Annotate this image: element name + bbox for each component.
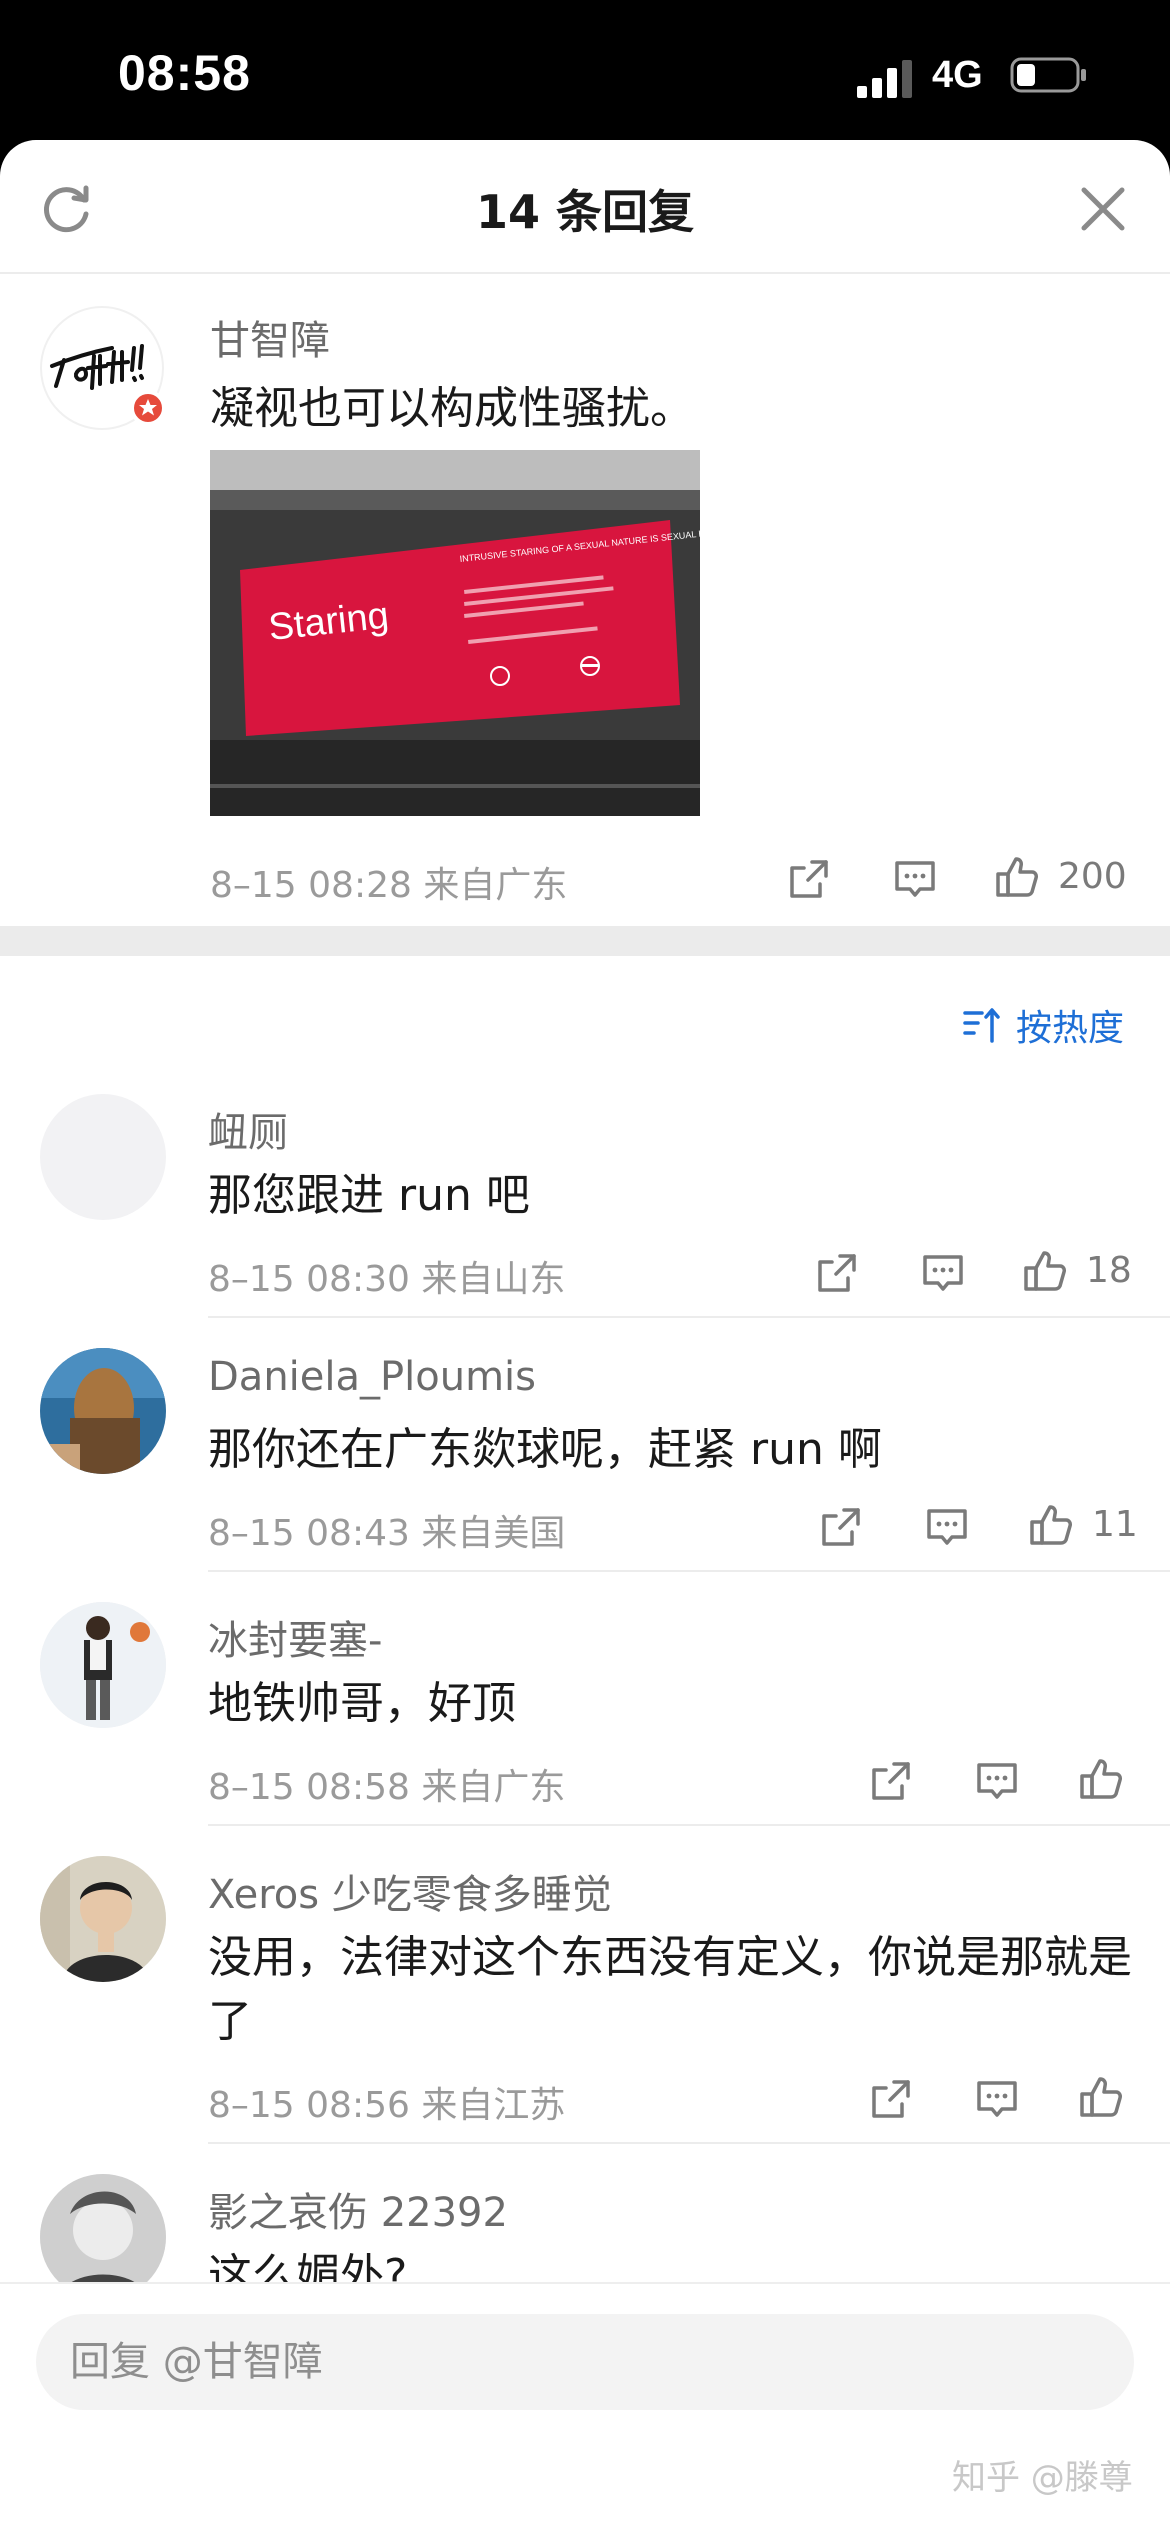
like-icon[interactable] [1078,1756,1124,1802]
share-icon[interactable] [868,2076,914,2122]
battery-icon [1010,57,1086,93]
main-comment: 甘智障 凝视也可以构成性骚扰。 Staring INTRUSIVE STARIN… [0,272,1170,926]
reply-author[interactable]: 衄厕 [208,1100,288,1158]
network-type: 4G [932,54,983,96]
reply-item: 冰封要塞- 地铁帅哥，好顶 8–15 08:58 来自广东 [0,1602,1170,1826]
reply-author[interactable]: Xeros 少吃零食多睡觉 [208,1862,612,1920]
reply-icon[interactable] [924,1504,970,1550]
status-bar: 08:58 4G [0,0,1170,140]
reply-icon[interactable] [892,856,938,902]
reply-meta: 8–15 08:58 来自广东 [208,1767,566,1808]
avatar[interactable] [40,1602,166,1728]
avatar[interactable] [40,1094,166,1220]
comment-text: 凝视也可以构成性骚扰。 [210,383,694,434]
comment-author[interactable]: 甘智障 [210,308,330,366]
comment-image[interactable]: Staring INTRUSIVE STARING OF A SEXUAL NA… [210,450,700,816]
divider [208,2142,1170,2144]
like-icon[interactable] [1078,2074,1124,2120]
reply-item: Daniela_Ploumis 那你还在广东欻球呢，赶紧 run 啊 8–15 … [0,1348,1170,1572]
reply-author[interactable]: 影之哀伤 22392 [208,2180,508,2238]
reply-icon[interactable] [974,2076,1020,2122]
replies-sheet: 14 条回复 甘智障 凝视也可以构成性骚扰。 Staring INTRUSIVE… [0,140,1170,2532]
reply-bar: 知乎 @滕尊 [0,2282,1170,2532]
like-count: 200 [1058,856,1127,897]
like-count: 18 [1086,1250,1132,1291]
cellular-signal-icon [857,60,912,98]
reply-icon[interactable] [974,1758,1020,1804]
reply-item: 影之哀伤 22392 这么媚外? [0,2174,1170,2284]
divider [208,1570,1170,1572]
sheet-title: 14 条回复 [475,185,695,239]
reply-meta: 8–15 08:43 来自美国 [208,1513,566,1554]
reply-author[interactable]: 冰封要塞- [208,1608,382,1666]
like-icon[interactable] [994,854,1040,900]
divider [208,1316,1170,1318]
reply-meta: 8–15 08:30 来自山东 [208,1259,566,1300]
like-count: 11 [1092,1504,1138,1545]
verified-badge-icon [130,390,166,426]
reply-text: 那您跟进 run 吧 [208,1170,530,1221]
section-divider [0,926,1170,956]
close-icon[interactable] [1078,184,1128,234]
share-icon[interactable] [814,1250,860,1296]
sheet-header: 14 条回复 [0,140,1170,274]
share-icon[interactable] [868,1758,914,1804]
divider [208,1824,1170,1826]
like-icon[interactable] [1022,1248,1068,1294]
sort-by-hot-button[interactable]: 按热度 [962,1000,1124,1050]
reply-text: 没用，法律对这个东西没有定义，你说是那就是了 [208,1932,1132,2047]
reply-text: 地铁帅哥，好顶 [208,1678,516,1729]
reply-text: 那你还在广东欻球呢，赶紧 run 啊 [208,1424,882,1475]
like-icon[interactable] [1028,1502,1074,1548]
reply-input[interactable] [36,2314,1134,2410]
status-time: 08:58 [118,45,251,101]
avatar[interactable] [40,1856,166,1982]
comment-meta: 8–15 08:28 来自广东 [210,865,568,906]
share-icon[interactable] [818,1504,864,1550]
reply-icon[interactable] [920,1250,966,1296]
share-icon[interactable] [786,856,832,902]
reply-item: 衄厕 那您跟进 run 吧 8–15 08:30 来自山东 18 [0,1094,1170,1318]
reply-meta: 8–15 08:56 来自江苏 [208,2085,566,2126]
avatar[interactable] [40,1348,166,1474]
sort-label: 按热度 [1016,1008,1125,1049]
reply-author[interactable]: Daniela_Ploumis [208,1354,536,1400]
reply-text: 这么媚外? [208,2250,408,2284]
avatar[interactable] [40,2174,166,2284]
watermark: 知乎 @滕尊 [952,2458,1133,2498]
reply-item: Xeros 少吃零食多睡觉 没用，法律对这个东西没有定义，你说是那就是了 8–1… [0,1856,1170,2144]
sort-icon [963,1008,1000,1043]
